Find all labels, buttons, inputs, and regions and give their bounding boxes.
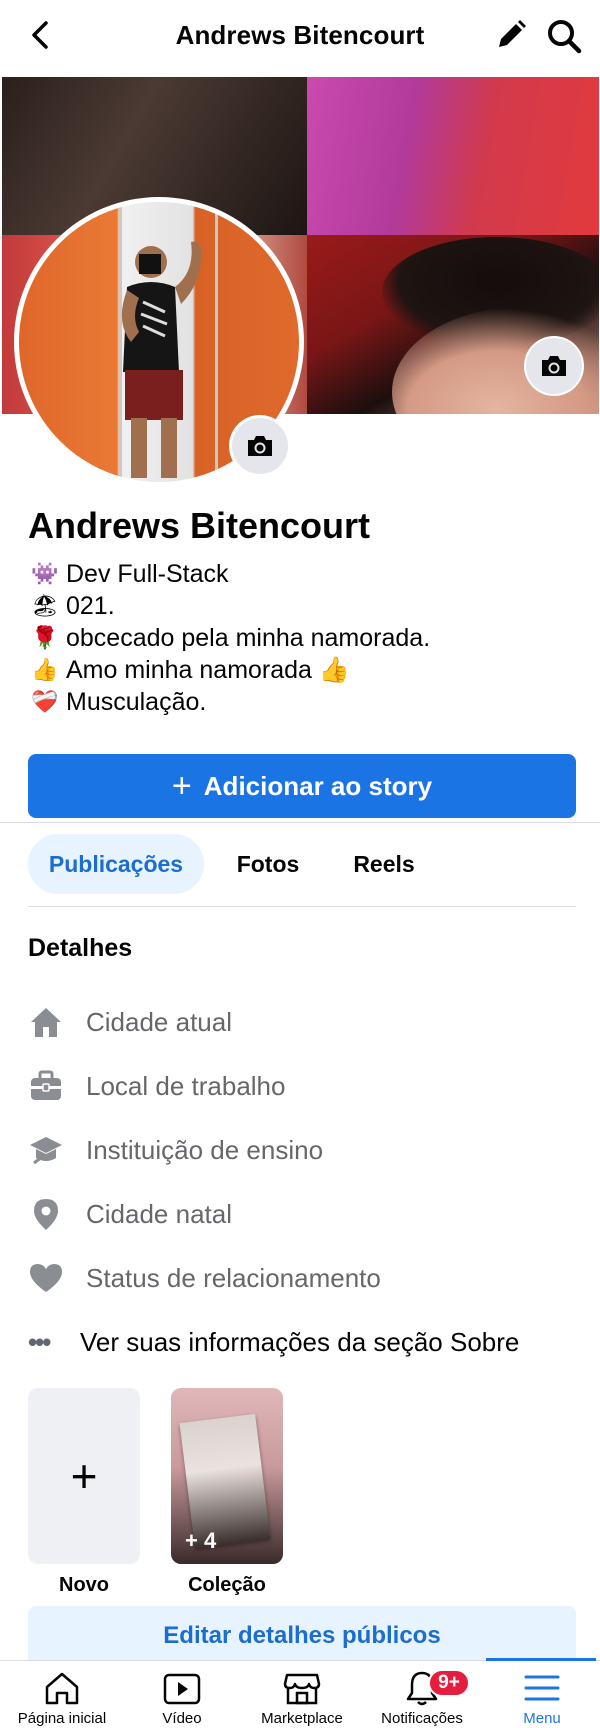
camera-icon bbox=[542, 356, 566, 376]
nav-label: Página inicial bbox=[17, 1710, 107, 1727]
tab-reels[interactable]: Reels bbox=[336, 834, 432, 894]
plus-icon: + bbox=[171, 767, 192, 805]
graduation-cap-icon bbox=[28, 1132, 70, 1168]
detail-label: Cidade atual bbox=[86, 1006, 232, 1037]
section-divider bbox=[0, 822, 600, 823]
detail-label: Local de trabalho bbox=[86, 1070, 286, 1101]
featured-collection[interactable]: + 4 bbox=[171, 1388, 283, 1564]
home-icon bbox=[45, 1672, 79, 1705]
bio-text: Amo minha namorada 👍 bbox=[66, 656, 351, 684]
detail-school[interactable]: Instituição de ensino bbox=[28, 1130, 323, 1170]
heart-icon bbox=[28, 1260, 70, 1296]
cover-photo-tile bbox=[307, 77, 599, 235]
detail-label: Status de relacionamento bbox=[86, 1262, 381, 1293]
marketplace-icon bbox=[283, 1673, 321, 1705]
about-section-link[interactable]: ••• Ver suas informações da seção Sobre bbox=[28, 1322, 519, 1362]
nav-label: Notificações bbox=[381, 1710, 463, 1727]
detail-workplace[interactable]: Local de trabalho bbox=[28, 1066, 285, 1106]
tabs-divider bbox=[28, 906, 576, 907]
nav-menu[interactable]: Menu bbox=[482, 1661, 600, 1728]
bio-text: obcecado pela minha namorada. bbox=[66, 624, 431, 652]
bio-text: 021. bbox=[66, 592, 115, 620]
nav-label: Vídeo bbox=[162, 1710, 202, 1727]
about-link-label: Ver suas informações da seção Sobre bbox=[80, 1326, 520, 1357]
detail-current-city[interactable]: Cidade atual bbox=[28, 1002, 232, 1042]
nav-video[interactable]: Vídeo bbox=[122, 1661, 242, 1728]
avatar-figure bbox=[121, 241, 202, 478]
avatar-detail bbox=[215, 202, 218, 482]
house-icon bbox=[28, 1004, 70, 1040]
featured-new-label: Novo bbox=[59, 1574, 109, 1596]
bio-line: 🌹 obcecado pela minha namorada. bbox=[28, 622, 430, 654]
bio-line: 👾 Dev Full-Stack bbox=[28, 558, 430, 590]
bio-line: 🏖 021. bbox=[28, 590, 430, 622]
edit-cover-button[interactable] bbox=[526, 338, 582, 394]
top-bar: Andrews Bitencourt bbox=[0, 0, 600, 72]
more-dots-icon: ••• bbox=[28, 1326, 51, 1357]
bio-line: 👍 Amo minha namorada 👍 bbox=[28, 654, 430, 686]
briefcase-icon bbox=[28, 1068, 70, 1104]
nav-marketplace[interactable]: Marketplace bbox=[242, 1661, 362, 1728]
beach-umbrella-icon: 🏖 bbox=[31, 593, 59, 618]
video-icon bbox=[163, 1673, 201, 1705]
camera-icon bbox=[248, 436, 272, 456]
rose-icon: 🌹 bbox=[31, 625, 59, 650]
featured-collection-label: Coleção bbox=[188, 1574, 266, 1596]
bio-text: Musculação. bbox=[66, 688, 207, 716]
pencil-icon[interactable] bbox=[494, 18, 528, 52]
featured-new-button[interactable]: + bbox=[28, 1388, 140, 1564]
mending-heart-icon: ❤️‍🩹 bbox=[31, 689, 59, 714]
detail-label: Instituição de ensino bbox=[86, 1134, 324, 1165]
bio-text: Dev Full-Stack bbox=[66, 560, 229, 588]
tab-fotos[interactable]: Fotos bbox=[220, 834, 316, 894]
edit-public-details-button[interactable]: Editar detalhes públicos bbox=[28, 1606, 576, 1666]
notification-badge: 9+ bbox=[428, 1669, 470, 1697]
alien-monster-icon: 👾 bbox=[31, 561, 59, 586]
collection-count: + 4 bbox=[185, 1528, 217, 1553]
profile-name: Andrews Bitencourt bbox=[28, 505, 371, 546]
details-title: Detalhes bbox=[28, 934, 133, 962]
nav-home[interactable]: Página inicial bbox=[2, 1661, 122, 1728]
search-icon[interactable] bbox=[546, 18, 582, 54]
add-to-story-label: Adicionar ao story bbox=[203, 770, 433, 801]
menu-icon bbox=[524, 1675, 560, 1701]
detail-hometown[interactable]: Cidade natal bbox=[28, 1194, 232, 1234]
nav-label: Marketplace bbox=[261, 1710, 343, 1727]
bio-line: ❤️‍🩹 Musculação. bbox=[28, 686, 430, 718]
tab-publicacoes[interactable]: Publicações bbox=[28, 834, 204, 894]
detail-relationship[interactable]: Status de relacionamento bbox=[28, 1258, 381, 1298]
thumbs-up-icon: 👍 bbox=[31, 657, 59, 682]
plus-icon: + bbox=[70, 1450, 98, 1502]
bottom-nav: Página inicial Vídeo Marketplace Notific… bbox=[0, 1658, 600, 1728]
detail-label: Cidade natal bbox=[86, 1198, 232, 1229]
nav-label: Menu bbox=[523, 1710, 561, 1727]
edit-profile-picture-button[interactable] bbox=[232, 418, 288, 474]
location-pin-icon bbox=[28, 1196, 70, 1232]
profile-bio: 👾 Dev Full-Stack 🏖 021. 🌹 obcecado pela … bbox=[28, 558, 430, 718]
add-to-story-button[interactable]: + Adicionar ao story bbox=[28, 754, 576, 818]
